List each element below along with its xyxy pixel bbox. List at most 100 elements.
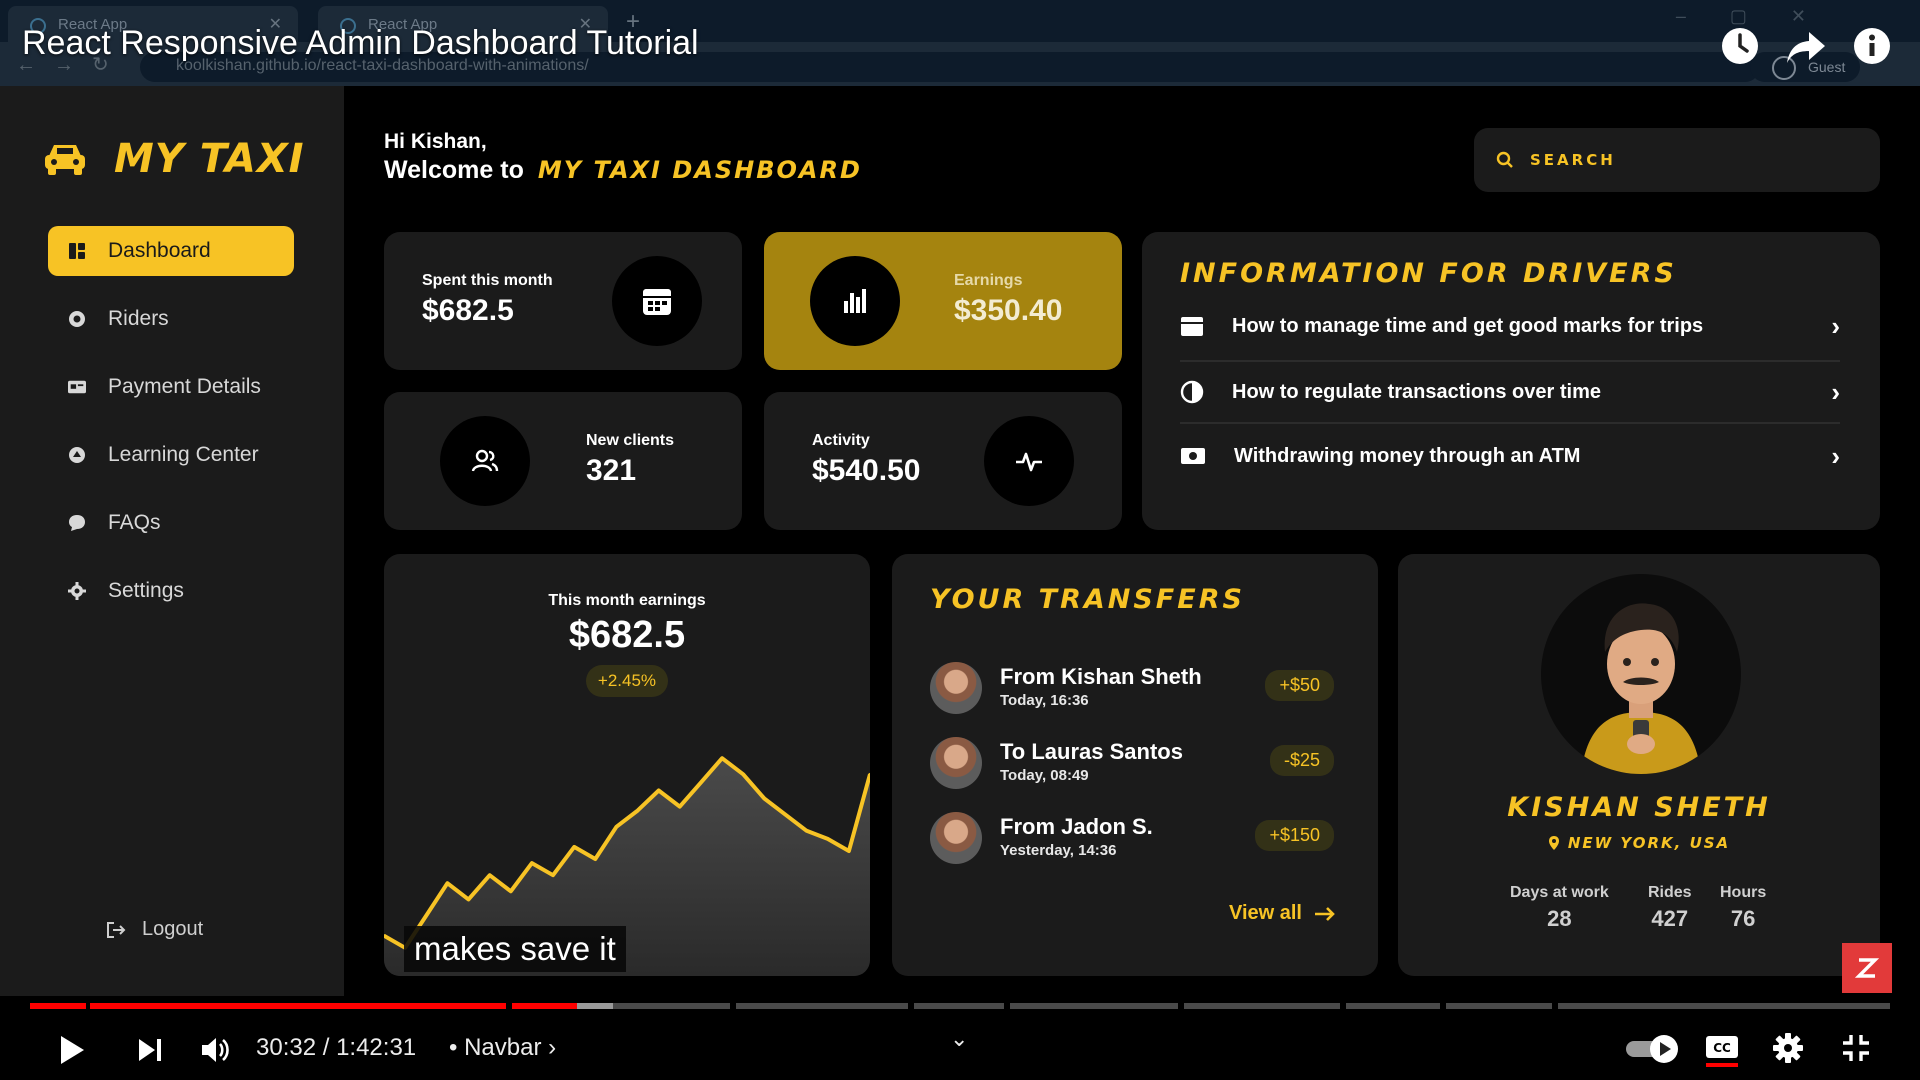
video-title[interactable]: React Responsive Admin Dashboard Tutoria… bbox=[22, 24, 699, 63]
new-clients-card: New clients 321 bbox=[384, 392, 742, 530]
spent-value: $682.5 bbox=[422, 294, 514, 327]
profile-avatar bbox=[1541, 574, 1741, 774]
view-all-link[interactable]: View all bbox=[1229, 902, 1336, 925]
chapter-button[interactable]: • Navbar › bbox=[449, 1034, 556, 1062]
autoplay-toggle[interactable] bbox=[1624, 1032, 1682, 1066]
info-title: INFORMATION FOR DRIVERS bbox=[1180, 258, 1677, 289]
chapter-segment[interactable] bbox=[1346, 1003, 1440, 1009]
sidebar-item-settings[interactable]: Settings bbox=[48, 566, 294, 616]
chart-point bbox=[699, 780, 703, 784]
calendar-icon bbox=[612, 256, 702, 346]
watch-later-icon[interactable] bbox=[1718, 24, 1762, 68]
pulse-icon bbox=[984, 416, 1074, 506]
chart-point bbox=[614, 825, 618, 829]
captions-button[interactable]: CC bbox=[1704, 1030, 1740, 1070]
activity-label: Activity bbox=[812, 432, 870, 449]
sidebar: MY TAXI Dashboard Riders Payment Details bbox=[0, 86, 344, 996]
chapter-segment[interactable] bbox=[1010, 1003, 1178, 1009]
next-button[interactable] bbox=[130, 1030, 170, 1070]
welcome-text: Welcome to bbox=[384, 156, 524, 184]
users-icon bbox=[440, 416, 530, 506]
transfers-card: YOUR TRANSFERS From Kishan Sheth Today, … bbox=[892, 554, 1378, 976]
sidebar-item-payment-details[interactable]: Payment Details bbox=[48, 362, 294, 412]
channel-watermark[interactable] bbox=[1842, 943, 1892, 993]
settings-button[interactable] bbox=[1770, 1030, 1806, 1066]
info-item-text: Withdrawing money through an ATM bbox=[1234, 444, 1581, 467]
transfer-time: Today, 16:36 bbox=[1000, 692, 1089, 709]
played-segment bbox=[512, 1003, 577, 1009]
played-segment bbox=[30, 1003, 86, 1009]
greeting: Hi Kishan, bbox=[384, 130, 487, 153]
sidebar-nav: Dashboard Riders Payment Details Learnin… bbox=[48, 226, 294, 634]
transfer-item[interactable]: From Jadon S. Yesterday, 14:36 +$150 bbox=[930, 808, 1334, 868]
chevron-right-icon: › bbox=[1831, 310, 1840, 341]
share-icon[interactable] bbox=[1784, 24, 1828, 68]
watermark-logo-icon bbox=[1855, 958, 1879, 978]
time-display: 30:32 / 1:42:31 bbox=[256, 1034, 417, 1061]
skip-next-icon bbox=[139, 1039, 161, 1061]
transfer-name: From Jadon S. bbox=[1000, 814, 1153, 839]
transfer-amount: -$25 bbox=[1269, 745, 1334, 776]
logout-icon bbox=[107, 921, 126, 938]
welcome-line: Welcome to MY TAXI DASHBOARD bbox=[384, 156, 862, 185]
logo[interactable]: MY TAXI bbox=[44, 136, 305, 182]
chapter-segment[interactable] bbox=[1558, 1003, 1890, 1009]
info-item[interactable]: How to regulate transactions over time › bbox=[1180, 360, 1840, 424]
info-item[interactable]: How to manage time and get good marks fo… bbox=[1180, 294, 1840, 358]
volume-button[interactable] bbox=[196, 1030, 236, 1070]
transfer-time: Today, 08:49 bbox=[1000, 767, 1089, 784]
new-clients-value: 321 bbox=[586, 454, 637, 487]
video-progress-bar[interactable] bbox=[30, 1003, 1890, 1009]
view-all-label: View all bbox=[1228, 902, 1302, 924]
bar-chart-icon bbox=[810, 256, 900, 346]
cc-icon: CC bbox=[1706, 1036, 1738, 1067]
chart-point bbox=[509, 889, 513, 893]
chart-point bbox=[551, 873, 555, 877]
play-button[interactable] bbox=[52, 1030, 92, 1070]
profile-card: KISHAN SHETH NEW YORK, USA Days at work … bbox=[1398, 554, 1880, 976]
transfer-item[interactable]: To Lauras Santos Today, 08:49 -$25 bbox=[930, 733, 1334, 793]
svg-text:CC: CC bbox=[1713, 1041, 1731, 1055]
chart-point bbox=[678, 805, 682, 809]
spent-label: Spent this month bbox=[422, 272, 553, 289]
logout-button[interactable]: Logout bbox=[106, 918, 203, 941]
transfers-title: YOUR TRANSFERS bbox=[930, 584, 1245, 615]
main-content: Hi Kishan, Welcome to MY TAXI DASHBOARD … bbox=[344, 86, 1920, 996]
earnings-area-chart bbox=[384, 756, 870, 976]
info-item-text: How to regulate transactions over time bbox=[1232, 380, 1601, 403]
info-item[interactable]: Withdrawing money through an ATM › bbox=[1180, 424, 1840, 488]
sidebar-item-learning-center[interactable]: Learning Center bbox=[48, 430, 294, 480]
profile-stat-value: 427 bbox=[1651, 906, 1689, 931]
gear-icon bbox=[1773, 1033, 1803, 1063]
transfer-amount: +$150 bbox=[1255, 820, 1334, 851]
profile-location: NEW YORK, USA bbox=[1398, 834, 1880, 852]
search-box[interactable] bbox=[1474, 128, 1880, 192]
search-icon bbox=[1496, 151, 1513, 168]
sidebar-item-dashboard[interactable]: Dashboard bbox=[48, 226, 294, 276]
autoplay-icon bbox=[1626, 1035, 1678, 1063]
chart-point bbox=[488, 873, 492, 877]
sidebar-item-faqs[interactable]: FAQs bbox=[48, 498, 294, 548]
info-card: INFORMATION FOR DRIVERS How to manage ti… bbox=[1142, 232, 1880, 530]
chapter-segment[interactable] bbox=[596, 1003, 730, 1009]
new-clients-label: New clients bbox=[586, 432, 675, 449]
faq-icon bbox=[68, 514, 86, 532]
chapter-segment[interactable] bbox=[736, 1003, 908, 1009]
transfer-item[interactable]: From Kishan Sheth Today, 16:36 +$50 bbox=[930, 658, 1334, 718]
chart-point bbox=[530, 861, 534, 865]
chapter-segment[interactable] bbox=[914, 1003, 1004, 1009]
activity-card: Activity $540.50 bbox=[764, 392, 1122, 530]
chevron-down-icon[interactable]: ⌄ bbox=[950, 1026, 968, 1052]
exit-fullscreen-button[interactable] bbox=[1838, 1030, 1874, 1066]
player-controls: 30:32 / 1:42:31 • Navbar › ⌄ CC bbox=[0, 1018, 1920, 1080]
chapter-segment[interactable] bbox=[1184, 1003, 1340, 1009]
payment-icon bbox=[68, 378, 86, 396]
taxi-icon bbox=[45, 145, 85, 175]
search-input[interactable] bbox=[1530, 151, 1850, 169]
sidebar-item-riders[interactable]: Riders bbox=[48, 294, 294, 344]
chapter-segment[interactable] bbox=[1446, 1003, 1552, 1009]
sidebar-item-label: Riders bbox=[108, 307, 169, 330]
info-icon[interactable] bbox=[1850, 24, 1894, 68]
logo-text: MY TAXI bbox=[114, 136, 305, 182]
chevron-right-icon: › bbox=[1831, 376, 1840, 407]
